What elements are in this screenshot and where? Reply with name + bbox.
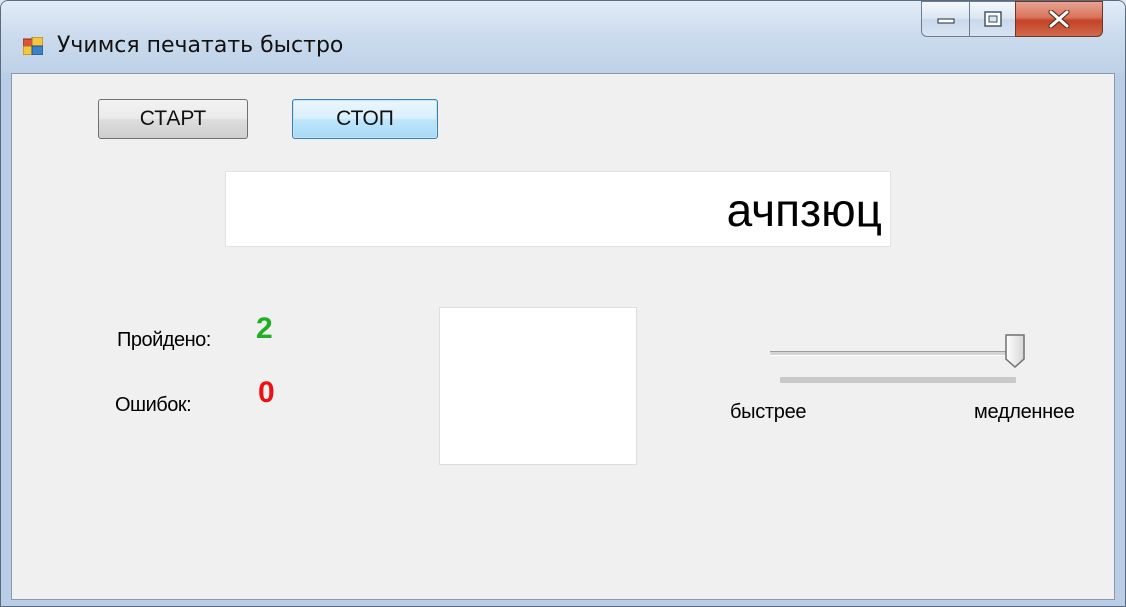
minimize-icon bbox=[936, 18, 955, 24]
slider-slower-label: медленнее bbox=[974, 401, 1075, 423]
errors-label: Ошибок: bbox=[115, 394, 192, 416]
title-bar[interactable]: Учимся печатать быстро bbox=[1, 1, 1125, 73]
slider-track[interactable] bbox=[770, 351, 1018, 356]
slider-faster-label: быстрее bbox=[730, 401, 807, 423]
window-title: Учимся печатать быстро bbox=[57, 33, 344, 58]
slider-thumb[interactable] bbox=[1004, 333, 1026, 369]
close-button[interactable] bbox=[1015, 1, 1103, 37]
slider-tick-bar bbox=[780, 377, 1016, 383]
minimize-button[interactable] bbox=[921, 1, 969, 37]
maximize-icon bbox=[983, 11, 1002, 27]
app-icon bbox=[23, 37, 43, 55]
maximize-button[interactable] bbox=[969, 1, 1015, 37]
start-button[interactable]: СТАРТ bbox=[98, 99, 248, 139]
caption-buttons bbox=[921, 1, 1103, 39]
speed-slider[interactable] bbox=[764, 329, 1044, 389]
input-box[interactable] bbox=[439, 307, 637, 465]
word-display: ачпзюц bbox=[225, 171, 891, 247]
client-area: СТАРТ СТОП ачпзюц Пройдено: 2 Ошибок: 0 … bbox=[11, 73, 1115, 600]
passed-count: 2 bbox=[256, 312, 273, 345]
app-window: Учимся печатать быстро СТАРТ СТОП ачпзюц… bbox=[0, 0, 1126, 607]
stop-button[interactable]: СТОП bbox=[292, 99, 438, 139]
passed-label: Пройдено: bbox=[117, 329, 211, 351]
close-icon bbox=[1048, 10, 1070, 28]
errors-count: 0 bbox=[258, 376, 275, 409]
